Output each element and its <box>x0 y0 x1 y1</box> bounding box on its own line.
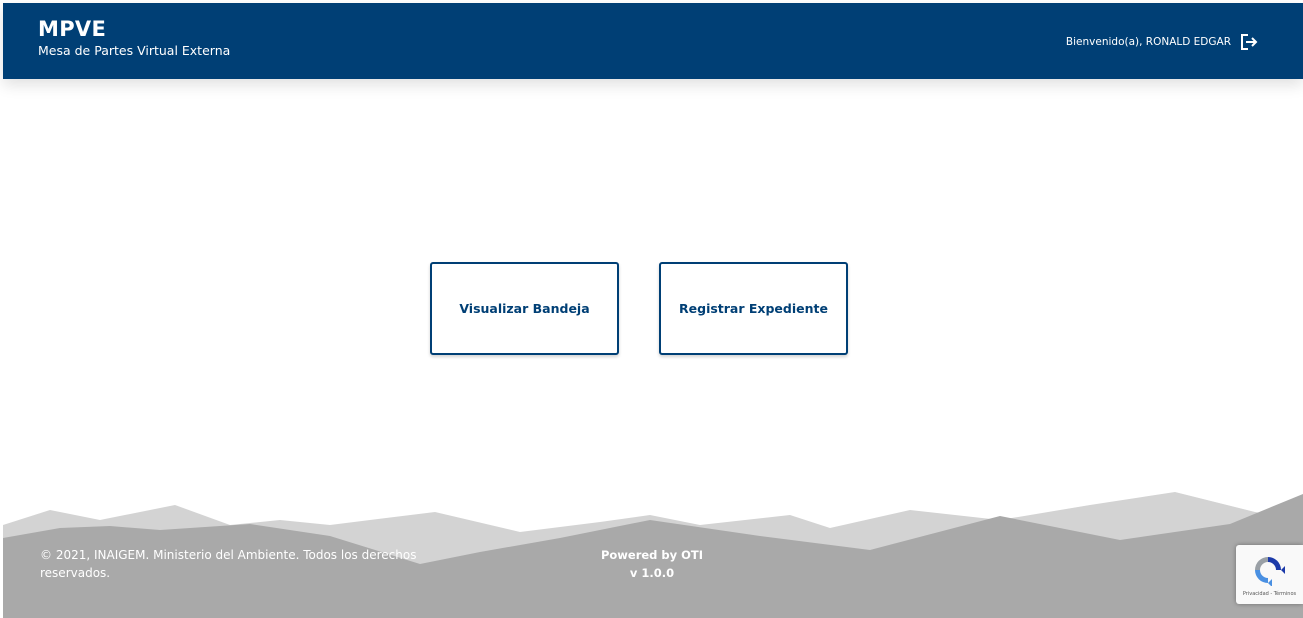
page: MPVE Mesa de Partes Virtual Externa Bien… <box>0 0 1303 618</box>
footer-powered: Powered by OTI v 1.0.0 <box>552 546 752 582</box>
footer: © 2021, INAIGEM. Ministerio del Ambiente… <box>0 480 1303 618</box>
visualizar-bandeja-label: Visualizar Bandeja <box>459 301 590 316</box>
version-text: v 1.0.0 <box>629 566 675 580</box>
registrar-expediente-button[interactable]: Registrar Expediente <box>659 262 848 355</box>
registrar-expediente-label: Registrar Expediente <box>679 301 828 316</box>
powered-by-text: Powered by OTI <box>600 548 704 562</box>
recaptcha-links[interactable]: Privacidad - Términos <box>1236 591 1303 597</box>
logout-icon[interactable] <box>1239 32 1259 52</box>
app-title: MPVE <box>38 17 107 41</box>
visualizar-bandeja-button[interactable]: Visualizar Bandeja <box>430 262 619 355</box>
user-area: Bienvenido(a), RONALD EDGAR <box>1066 32 1259 52</box>
welcome-text: Bienvenido(a), RONALD EDGAR <box>1065 36 1231 48</box>
footer-copyright: © 2021, INAIGEM. Ministerio del Ambiente… <box>40 548 417 580</box>
brand: MPVE Mesa de Partes Virtual Externa <box>38 17 230 59</box>
app-subtitle: Mesa de Partes Virtual Externa <box>38 43 231 58</box>
top-header: MPVE Mesa de Partes Virtual Externa Bien… <box>3 3 1303 79</box>
recaptcha-badge[interactable]: Privacidad - Términos <box>1236 545 1303 604</box>
recaptcha-icon <box>1250 554 1286 587</box>
